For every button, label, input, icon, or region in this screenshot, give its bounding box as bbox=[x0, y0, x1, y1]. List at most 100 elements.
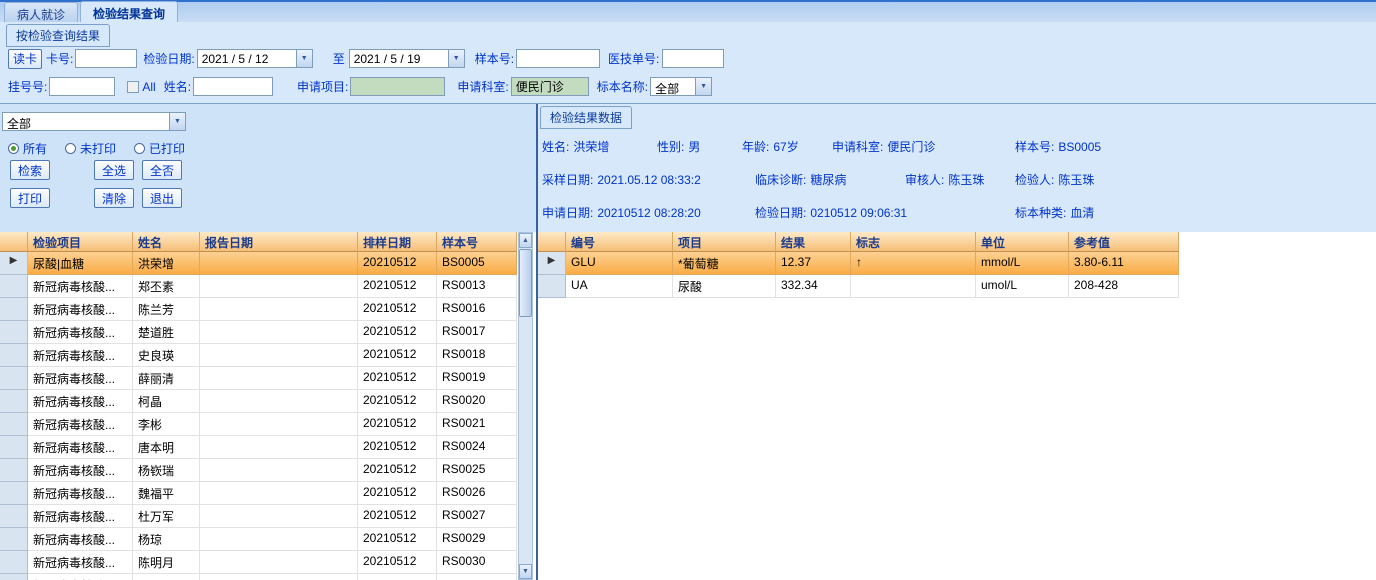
tab-result-query[interactable]: 检验结果查询 bbox=[80, 1, 179, 22]
specimen-type-value: 血清 bbox=[1070, 206, 1095, 220]
patient-sex-label: 性别: bbox=[657, 140, 685, 154]
radio-unprinted[interactable]: 未打印 bbox=[65, 140, 116, 157]
apply-dept-label: 申请科室: bbox=[832, 140, 884, 154]
table-cell bbox=[200, 390, 358, 413]
print-button[interactable]: 打印 bbox=[10, 188, 50, 208]
sample-list-row[interactable]: 新冠病毒核酸... 魏福平 20210512 RS0026 bbox=[0, 482, 517, 505]
select-all-button[interactable]: 全选 bbox=[94, 160, 134, 180]
sample-list-row[interactable]: 新冠病毒核酸... bbox=[0, 574, 517, 580]
table-cell: 208-428 bbox=[1069, 275, 1179, 298]
radio-printed[interactable]: 已打印 bbox=[134, 140, 185, 157]
column-header-flag[interactable]: 标志 bbox=[851, 232, 976, 252]
left-pane: 全部 ▼ 所有 未打印 已打印 检索 全选 全否 打印 清除 退出 检验项目 姓… bbox=[0, 104, 536, 580]
tester-value: 陈玉珠 bbox=[1058, 173, 1095, 187]
column-header-name[interactable]: 姓名 bbox=[133, 232, 200, 252]
all-checkbox[interactable] bbox=[127, 80, 140, 93]
sample-list-row[interactable]: 新冠病毒核酸... 陈兰芳 20210512 RS0016 bbox=[0, 298, 517, 321]
patient-age-label: 年龄: bbox=[742, 140, 770, 154]
sample-list-row[interactable]: ▶ 尿酸|血糖 洪荣增 20210512 BS0005 bbox=[0, 252, 517, 275]
tester-label: 检验人: bbox=[1015, 173, 1055, 187]
sample-list-row[interactable]: 新冠病毒核酸... 薛丽清 20210512 RS0019 bbox=[0, 367, 517, 390]
reg-no-input[interactable] bbox=[49, 77, 116, 96]
scroll-down-icon[interactable]: ▼ bbox=[519, 564, 532, 579]
select-none-button[interactable]: 全否 bbox=[142, 160, 182, 180]
name-label: 姓名: bbox=[163, 80, 192, 94]
name-input[interactable] bbox=[193, 77, 274, 96]
column-header-code[interactable]: 编号 bbox=[566, 232, 673, 252]
sample-list-row[interactable]: 新冠病毒核酸... 唐本明 20210512 RS0024 bbox=[0, 436, 517, 459]
sample-list-row[interactable]: 新冠病毒核酸... 李彬 20210512 RS0021 bbox=[0, 413, 517, 436]
medtech-no-input[interactable] bbox=[662, 49, 725, 68]
result-row[interactable]: UA 尿酸 332.34 umol/L 208-428 bbox=[538, 275, 1179, 298]
collect-date-label: 采样日期: bbox=[542, 173, 594, 187]
sample-no-input[interactable] bbox=[516, 49, 601, 68]
sample-list-row[interactable]: 新冠病毒核酸... 郑丕素 20210512 RS0013 bbox=[0, 275, 517, 298]
search-button[interactable]: 检索 bbox=[10, 160, 50, 180]
chevron-down-icon[interactable]: ▼ bbox=[447, 50, 464, 67]
column-header-test-item[interactable]: 检验项目 bbox=[28, 232, 133, 252]
scrollbar-thumb[interactable] bbox=[519, 249, 532, 317]
card-no-input[interactable] bbox=[75, 49, 138, 68]
row-selector-cell bbox=[0, 275, 28, 298]
row-selector-cell bbox=[0, 459, 28, 482]
sample-list-row[interactable]: 新冠病毒核酸... 杨嵚瑞 20210512 RS0025 bbox=[0, 459, 517, 482]
reviewer-value: 陈玉珠 bbox=[948, 173, 985, 187]
chevron-down-icon[interactable]: ▼ bbox=[295, 50, 312, 67]
table-cell: 杨琼 bbox=[133, 528, 200, 551]
table-cell: 20210512 bbox=[358, 413, 437, 436]
sample-list-row[interactable]: 新冠病毒核酸... 杜万军 20210512 RS0027 bbox=[0, 505, 517, 528]
radio-unchecked-icon bbox=[65, 143, 77, 154]
table-cell bbox=[200, 367, 358, 390]
table-cell: 杜万军 bbox=[133, 505, 200, 528]
row-selector-cell bbox=[0, 367, 28, 390]
right-table-rows: ▶ GLU *葡萄糖 12.37 ↑ mmol/L 3.80-6.11 UA 尿酸 332.34 u… bbox=[538, 252, 1179, 298]
right-table-header: 编号 项目 结果 标志 单位 参考值 bbox=[538, 232, 1179, 252]
column-header-sample-date[interactable]: 排样日期 bbox=[358, 232, 437, 252]
result-row[interactable]: ▶ GLU *葡萄糖 12.37 ↑ mmol/L 3.80-6.11 bbox=[538, 252, 1179, 275]
row-selector-cell bbox=[0, 482, 28, 505]
left-table-scrollbar[interactable]: ▲ ▼ bbox=[518, 232, 533, 580]
reviewer-label: 审核人: bbox=[905, 173, 945, 187]
column-header-sample-no[interactable]: 样本号 bbox=[437, 232, 517, 252]
apply-date-value: 20210512 08:28:20 bbox=[597, 206, 701, 220]
sample-list-row[interactable]: 新冠病毒核酸... 史良瑛 20210512 RS0018 bbox=[0, 344, 517, 367]
sample-list-row[interactable]: 新冠病毒核酸... 陈明月 20210512 RS0030 bbox=[0, 551, 517, 574]
column-header-unit[interactable]: 单位 bbox=[976, 232, 1069, 252]
radio-unchecked-icon bbox=[134, 143, 146, 154]
table-cell: 陈兰芳 bbox=[133, 298, 200, 321]
apply-item-input[interactable] bbox=[350, 77, 446, 96]
tab-patient-visit[interactable]: 病人就诊 bbox=[4, 2, 79, 22]
table-cell: 20210512 bbox=[358, 482, 437, 505]
column-header-ref[interactable]: 参考值 bbox=[1069, 232, 1179, 252]
table-cell: RS0019 bbox=[437, 367, 517, 390]
clear-button[interactable]: 清除 bbox=[94, 188, 134, 208]
table-cell: 新冠病毒核酸... bbox=[28, 459, 133, 482]
filter-dropdown[interactable]: 全部 ▼ bbox=[2, 112, 186, 131]
column-header-report-date[interactable]: 报告日期 bbox=[200, 232, 358, 252]
date-from-combo[interactable]: 2021 / 5 / 12 ▼ bbox=[196, 49, 313, 68]
test-date-value: 0210512 09:06:31 bbox=[810, 206, 908, 220]
radio-checked-icon bbox=[8, 143, 19, 154]
date-to-combo[interactable]: 2021 / 5 / 19 ▼ bbox=[348, 49, 465, 68]
exit-button[interactable]: 退出 bbox=[142, 188, 182, 208]
sample-list-row[interactable]: 新冠病毒核酸... 柯晶 20210512 RS0020 bbox=[0, 390, 517, 413]
column-header-result[interactable]: 结果 bbox=[776, 232, 851, 252]
apply-dept-input[interactable] bbox=[510, 77, 589, 96]
table-cell: RS0026 bbox=[437, 482, 517, 505]
sample-list-row[interactable]: 新冠病毒核酸... 楚道胜 20210512 RS0017 bbox=[0, 321, 517, 344]
result-pane: 检验结果数据 姓名: 洪荣增 性别: 男 年龄: 67岁 申请科室: 便民门诊 样本号:… bbox=[538, 104, 1376, 580]
table-cell: RS0024 bbox=[437, 436, 517, 459]
selector-header-cell bbox=[538, 232, 566, 252]
sample-no-label: 样本号: bbox=[1015, 140, 1055, 154]
table-cell: 新冠病毒核酸... bbox=[28, 574, 133, 580]
table-cell: 20210512 bbox=[358, 275, 437, 298]
radio-all[interactable]: 所有 bbox=[8, 140, 47, 157]
column-header-item[interactable]: 项目 bbox=[673, 232, 776, 252]
chevron-down-icon[interactable]: ▼ bbox=[169, 113, 185, 130]
scroll-up-icon[interactable]: ▲ bbox=[519, 233, 532, 248]
chevron-down-icon[interactable]: ▼ bbox=[695, 78, 712, 95]
reviewer: 审核人: 陈玉珠 bbox=[905, 171, 984, 188]
sample-list-row[interactable]: 新冠病毒核酸... 杨琼 20210512 RS0029 bbox=[0, 528, 517, 551]
specimen-name-combo[interactable]: 全部 ▼ bbox=[650, 77, 713, 96]
read-card-button[interactable]: 读卡 bbox=[8, 48, 42, 69]
